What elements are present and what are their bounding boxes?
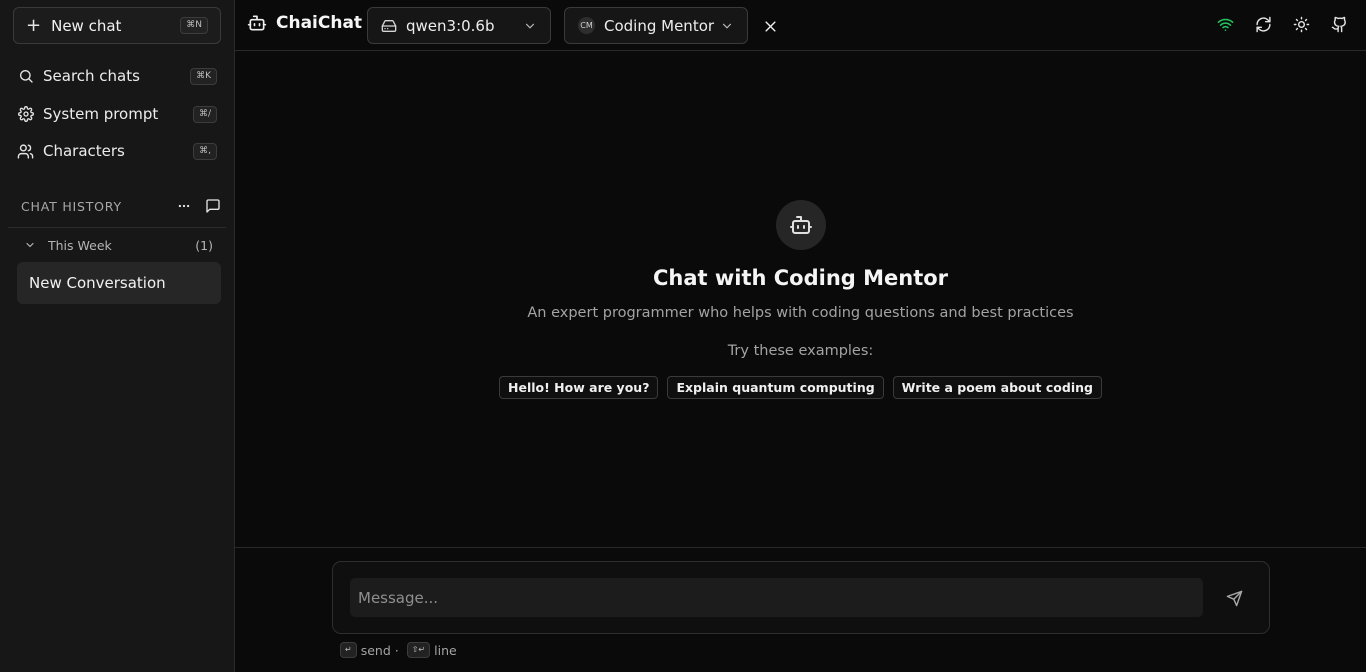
- github-icon[interactable]: [1330, 15, 1348, 33]
- example-prompt-chip[interactable]: Explain quantum computing: [667, 376, 884, 399]
- refresh-icon[interactable]: [1254, 15, 1272, 33]
- example-prompts: Hello! How are you? Explain quantum comp…: [235, 376, 1366, 399]
- close-icon: [763, 19, 778, 34]
- sidebar-item-label: System prompt: [43, 105, 159, 123]
- new-chat-shortcut: ⌘N: [180, 17, 208, 34]
- chat-history-header: CHAT HISTORY: [21, 196, 221, 216]
- enter-key-badge: ↵: [340, 642, 357, 658]
- hint-line-text: line: [434, 642, 457, 658]
- chat-history-title: CHAT HISTORY: [21, 198, 122, 214]
- plus-icon: +: [26, 14, 42, 36]
- shortcut-badge: ⌘,: [193, 142, 217, 160]
- shortcut-badge: ⌘K: [190, 67, 217, 85]
- send-button[interactable]: [1223, 587, 1245, 609]
- divider: [8, 227, 226, 228]
- app-name: ChaiChat: [276, 13, 363, 33]
- new-message-icon[interactable]: [205, 198, 221, 214]
- sidebar-item-label: Characters: [43, 142, 125, 160]
- model-select[interactable]: qwen3:0.6b: [367, 7, 551, 44]
- app-brand: ChaiChat: [247, 13, 362, 33]
- bot-icon: [247, 13, 267, 33]
- model-name: qwen3:0.6b: [406, 16, 495, 35]
- sidebar-item-characters[interactable]: Characters ⌘,: [9, 135, 225, 167]
- connection-status-wifi-icon[interactable]: [1216, 15, 1234, 33]
- search-icon: [17, 68, 34, 85]
- message-composer: [332, 561, 1270, 634]
- message-input[interactable]: [350, 578, 1203, 617]
- hard-drive-icon: [381, 18, 397, 34]
- character-name: Coding Mentor: [604, 16, 715, 35]
- top-bar: ChaiChat qwen3:0.6b CM Coding Mentor: [235, 0, 1366, 51]
- chevron-down-icon: [24, 239, 36, 251]
- sidebar-item-system-prompt[interactable]: System prompt ⌘/: [9, 98, 225, 130]
- empty-state-subtitle: An expert programmer who helps with codi…: [527, 305, 1074, 321]
- example-prompt-chip[interactable]: Hello! How are you?: [499, 376, 659, 399]
- chevron-down-icon: [523, 19, 537, 33]
- shortcut-badge: ⌘/: [192, 105, 217, 123]
- conversation-item[interactable]: New Conversation: [17, 262, 221, 304]
- gear-icon: [17, 106, 34, 123]
- sidebar-item-search-chats[interactable]: Search chats ⌘K: [9, 60, 225, 92]
- character-select[interactable]: CM Coding Mentor: [564, 7, 748, 44]
- shift-enter-key-badge: ⇧↵: [406, 642, 431, 658]
- conversation-title: New Conversation: [29, 274, 166, 292]
- clear-character-button[interactable]: [759, 15, 781, 37]
- sun-icon[interactable]: [1292, 15, 1310, 33]
- new-chat-label: New chat: [51, 16, 122, 35]
- history-group-count: (1): [195, 237, 213, 253]
- chevron-down-icon: [720, 19, 734, 33]
- send-icon: [1226, 590, 1243, 607]
- sidebar-item-label: Search chats: [43, 67, 140, 85]
- sidebar: + New chat ⌘N Search chats ⌘K System pro…: [0, 0, 235, 672]
- empty-state-title: Chat with Coding Mentor: [652, 266, 949, 290]
- character-bot-icon: [776, 200, 826, 250]
- hint-send-text: send ·: [360, 642, 399, 658]
- history-group-label: This Week: [48, 237, 112, 253]
- keyboard-hint: ↵ send · ⇧↵ line: [340, 642, 457, 658]
- more-options-icon[interactable]: [177, 199, 191, 213]
- new-chat-button[interactable]: + New chat ⌘N: [13, 7, 221, 44]
- character-avatar: CM: [578, 17, 595, 34]
- example-prompt-chip[interactable]: Write a poem about coding: [892, 376, 1102, 399]
- history-group-this-week[interactable]: This Week (1): [21, 235, 213, 255]
- divider: [235, 547, 1366, 548]
- users-icon: [17, 143, 34, 160]
- examples-title: Try these examples:: [727, 343, 874, 359]
